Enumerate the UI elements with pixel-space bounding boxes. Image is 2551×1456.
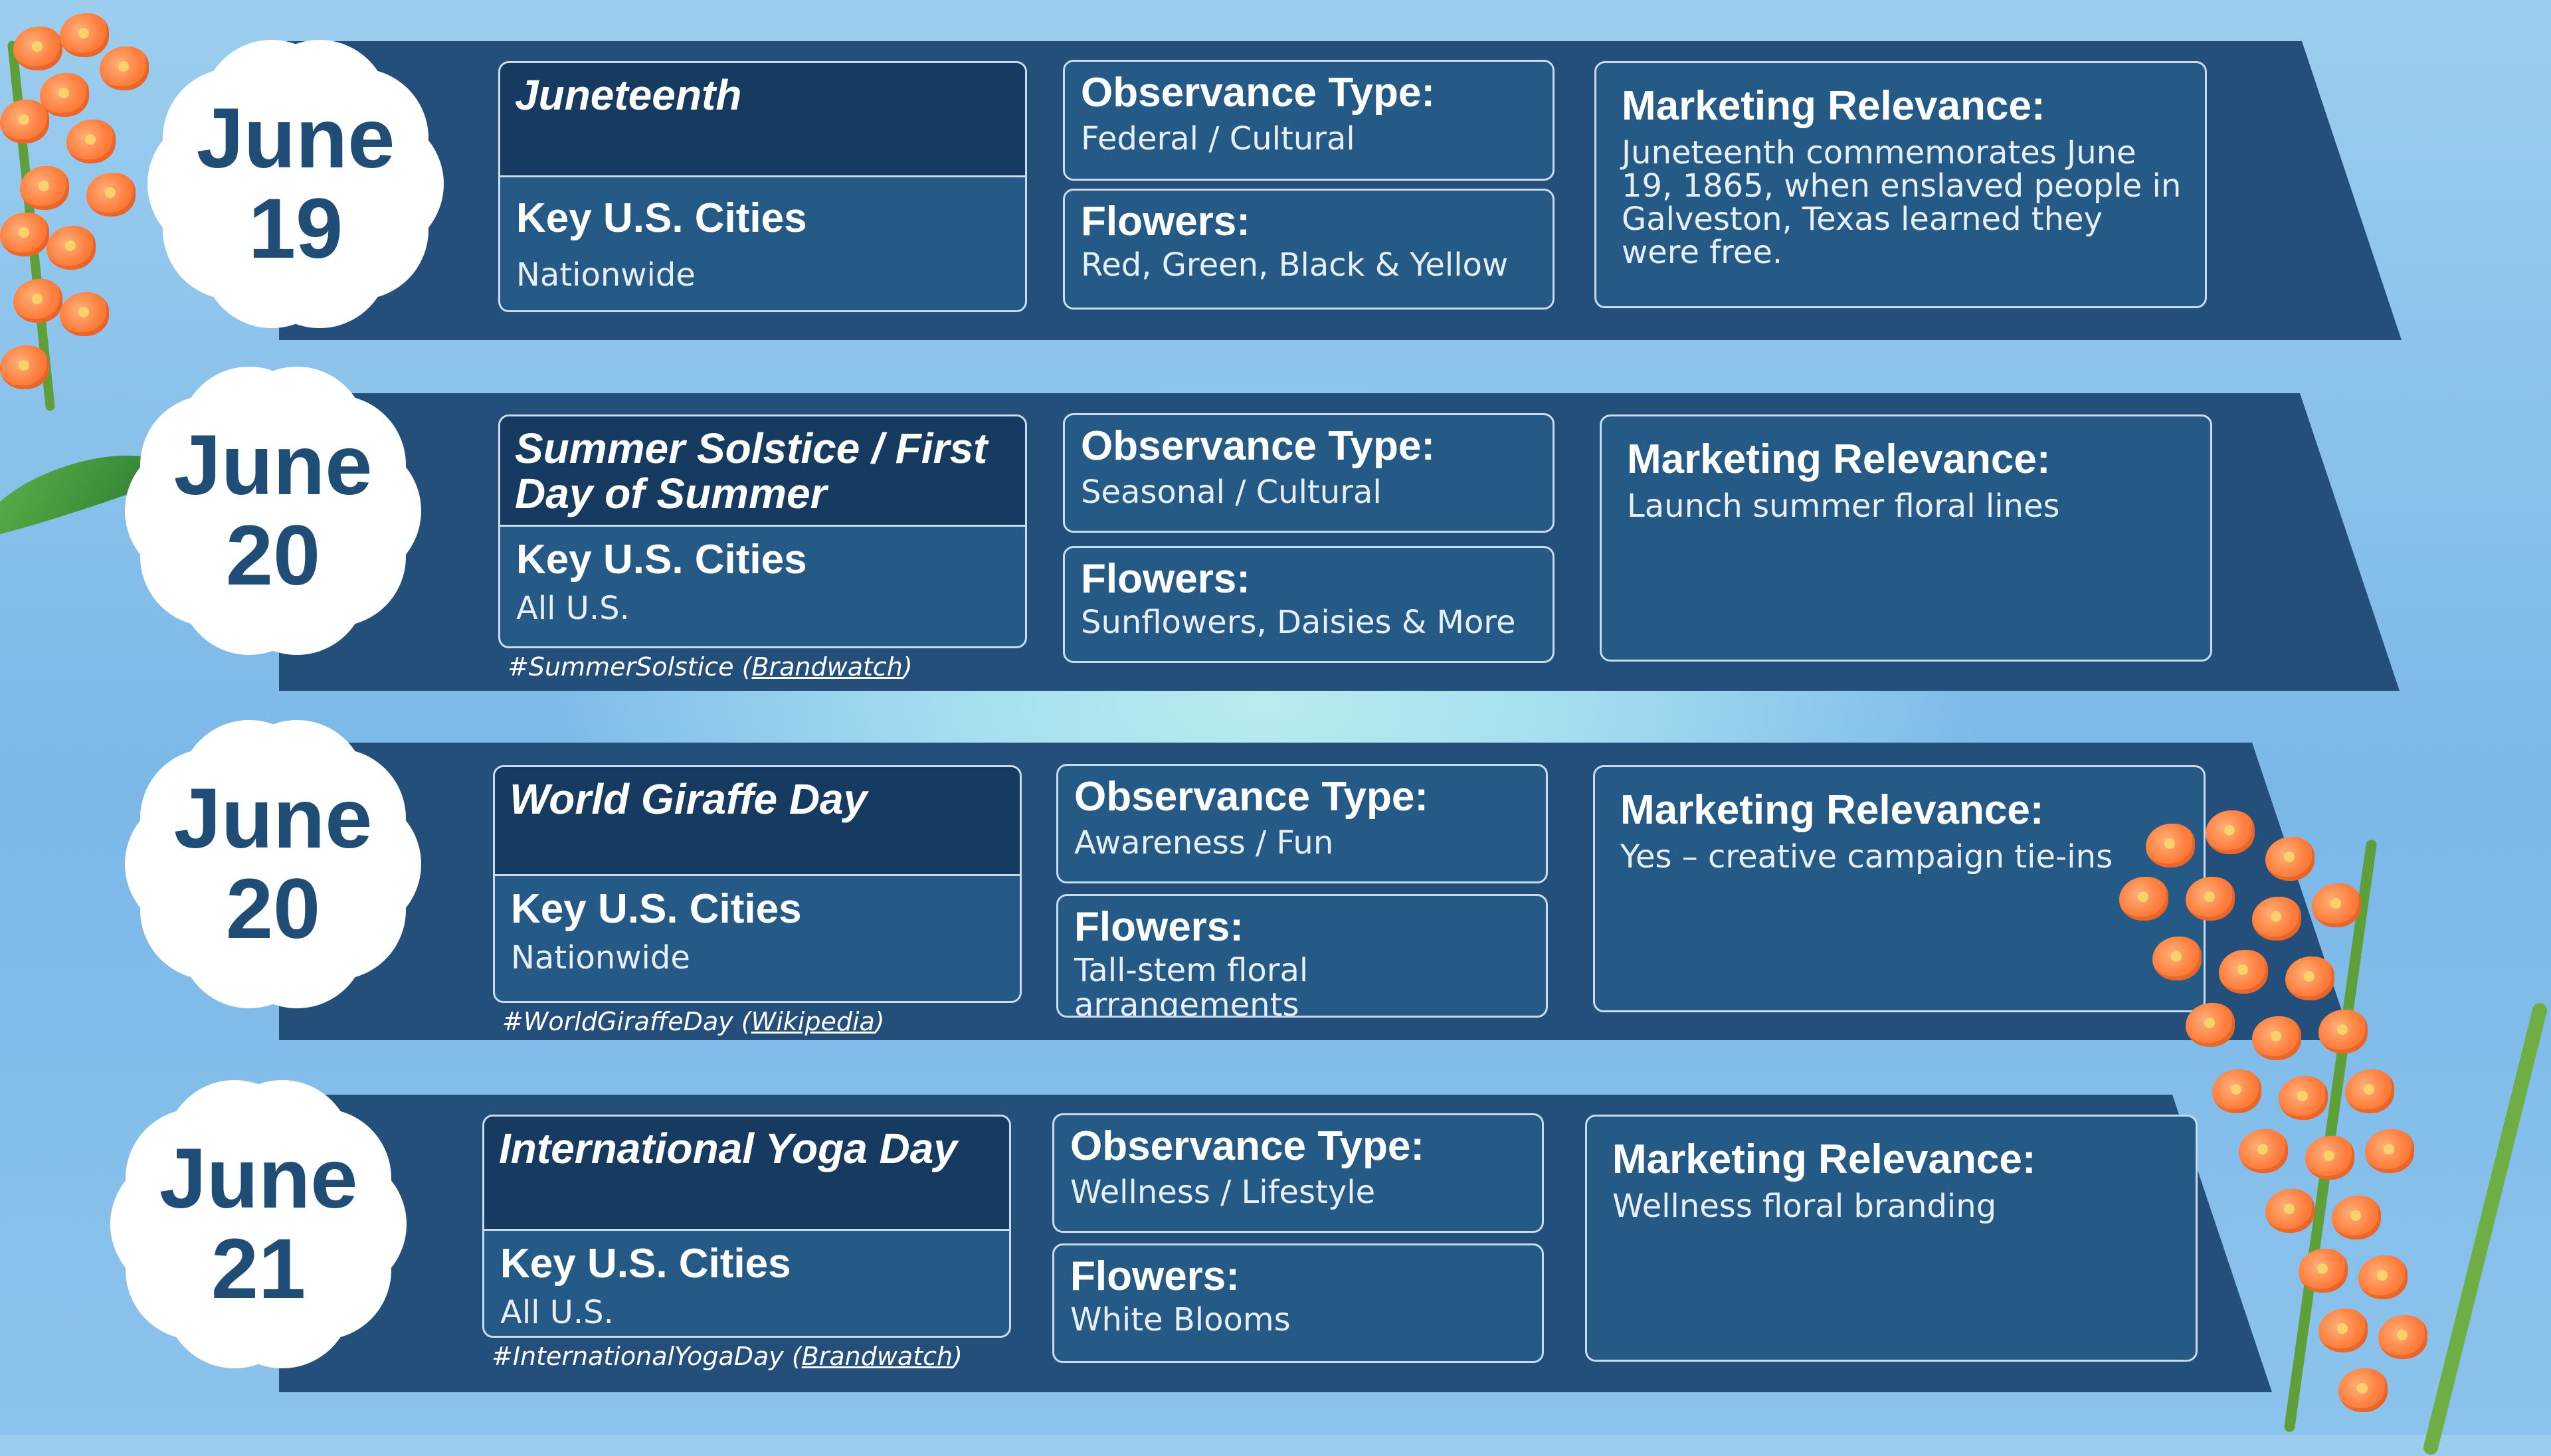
observance-label: Observance Type: [1081,423,1435,469]
cities-value: All U.S. [516,590,630,627]
cities-value: All U.S. [500,1294,614,1331]
marketing-label: Marketing Relevance: [1622,83,2045,129]
cities-value: Nationwide [511,939,690,976]
source-link[interactable]: Wikipedia [751,1007,875,1036]
flowers-box: Flowers: Tall-stem floral arrangements [1056,894,1548,1018]
date-text: June 21 [116,1081,401,1367]
hashtag-line: #WorldGiraffeDay (Wikipedia) [502,1007,885,1036]
date-month: June [173,771,373,866]
date-month: June [196,91,395,186]
hashtag-text: #InternationalYogaDay ( [492,1342,802,1371]
observance-value: Federal / Cultural [1081,120,1355,157]
observance-label: Observance Type: [1074,774,1428,820]
date-badge: June 20 [125,719,421,1009]
cities-label: Key U.S. Cities [516,195,807,241]
flowers-value: Tall-stem floral arrangements [1074,952,1309,1018]
observance-box: Observance Type: Federal / Cultural [1063,60,1555,181]
marketing-box: Marketing Relevance: Launch summer floral… [1600,414,2212,662]
hashtag-line: #InternationalYogaDay (Brandwatch) [492,1342,963,1371]
event-card: Summer Solstice / First Day of Summer Key… [498,414,1027,648]
event-row: June 20 Summer Solstice / First Day of Sum… [0,366,2551,691]
date-day: 21 [211,1222,306,1317]
flowers-label: Flowers: [1081,199,1250,244]
observance-value: Awareness / Fun [1074,824,1334,862]
event-card: International Yoga Day Key U.S. Cities All… [482,1115,1011,1338]
flowers-value: White Blooms [1070,1301,1291,1338]
observance-box: Observance Type: Seasonal / Cultural [1063,413,1555,533]
observance-label: Observance Type: [1070,1123,1424,1169]
hashtag-line: #SummerSolstice (Brandwatch) [508,652,913,682]
hashtag-close: ) [953,1342,963,1371]
source-link[interactable]: Brandwatch [802,1342,953,1371]
orchid-decoration-right-icon [2106,797,2551,1456]
hashtag-close: ) [902,652,913,682]
event-title: World Giraffe Day [495,767,1020,876]
flowers-box: Flowers: Red, Green, Black & Yellow [1063,189,1555,310]
source-link[interactable]: Brandwatch [751,652,902,682]
date-month: June [159,1131,358,1226]
date-day: 20 [225,508,321,603]
marketing-label: Marketing Relevance: [1620,787,2044,833]
marketing-value: Wellness floral branding [1612,1188,1997,1225]
event-title: Juneteenth [500,63,1025,177]
marketing-value: Juneteenth commemorates June 19, 1865, w… [1622,134,2182,271]
date-text: June 20 [130,721,416,1007]
cities-label: Key U.S. Cities [500,1241,791,1287]
date-day: 19 [248,181,343,276]
hashtag-close: ) [874,1007,885,1036]
marketing-box: Marketing Relevance: Juneteenth commemora… [1594,61,2207,308]
date-month: June [173,418,373,513]
flowers-box: Flowers: Sunflowers, Daisies & More [1063,546,1555,663]
cities-label: Key U.S. Cities [511,886,802,932]
cities-value: Nationwide [516,256,696,294]
date-badge: June 19 [147,39,444,329]
event-card: World Giraffe Day Key U.S. Cities Nationwi… [493,765,1022,1003]
event-title: Summer Solstice / First Day of Summer [500,416,1025,527]
flowers-label: Flowers: [1081,556,1250,602]
flowers-value: Sunflowers, Daisies & More [1081,604,1516,641]
marketing-value: Launch summer floral lines [1627,488,2060,525]
hashtag-text: #WorldGiraffeDay ( [502,1007,751,1036]
observance-box: Observance Type: Wellness / Lifestyle [1052,1113,1544,1233]
date-day: 20 [225,862,321,956]
flowers-label: Flowers: [1070,1253,1240,1299]
observance-box: Observance Type: Awareness / Fun [1056,764,1548,883]
hashtag-text: #SummerSolstice ( [508,652,752,682]
flowers-box: Flowers: White Blooms [1052,1243,1544,1363]
date-text: June 19 [153,41,438,327]
flowers-label: Flowers: [1074,904,1244,950]
event-row: June 19 Juneteenth Key U.S. Cities Nationwid… [0,39,2551,340]
observance-value: Wellness / Lifestyle [1070,1174,1376,1211]
observance-label: Observance Type: [1081,70,1435,116]
observance-value: Seasonal / Cultural [1081,474,1382,511]
marketing-value: Yes – creative campaign tie-ins [1620,838,2113,875]
marketing-label: Marketing Relevance: [1627,436,2051,482]
event-card: Juneteenth Key U.S. Cities Nationwide [498,61,1027,312]
cities-label: Key U.S. Cities [516,537,807,583]
date-badge: June 20 [125,366,421,656]
date-text: June 20 [130,368,416,654]
event-title: International Yoga Day [484,1117,1009,1231]
date-badge: June 21 [110,1079,407,1369]
flowers-value: Red, Green, Black & Yellow [1081,246,1509,284]
marketing-label: Marketing Relevance: [1612,1137,2036,1182]
